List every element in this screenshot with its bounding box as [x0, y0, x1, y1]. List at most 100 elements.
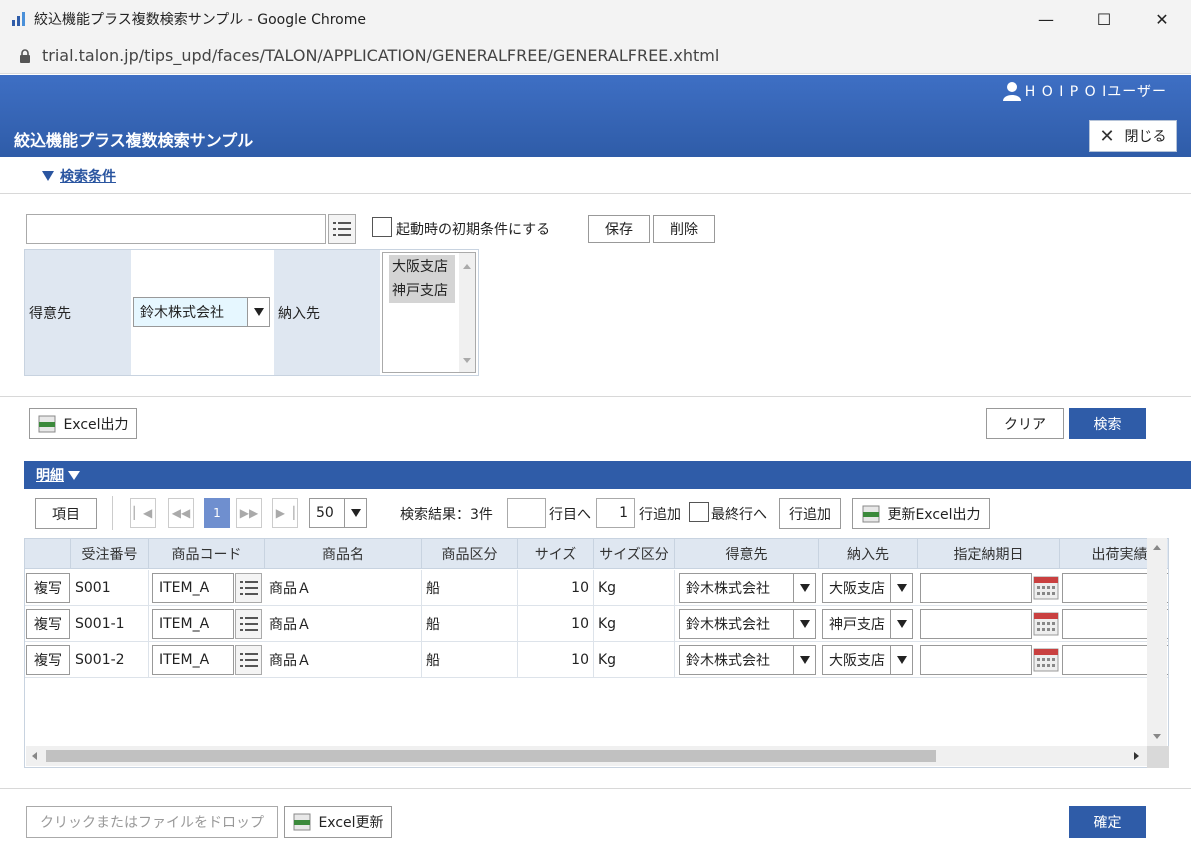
chevron-down-icon	[793, 646, 815, 674]
divider	[0, 788, 1191, 789]
items-button[interactable]: 項目	[35, 498, 97, 529]
add-row-button[interactable]: 行追加	[779, 498, 841, 529]
current-page[interactable]: 1	[204, 498, 230, 528]
col-customer[interactable]: 得意先	[675, 539, 819, 569]
last-page-button[interactable]: ▶▕	[272, 498, 298, 528]
item-name: 商品Ａ	[265, 642, 422, 678]
excel-output-button[interactable]: Excel出力	[29, 408, 137, 439]
calendar-icon[interactable]	[1033, 611, 1059, 637]
customer-select[interactable]: 鈴木株式会社	[133, 297, 270, 327]
search-section-label: 検索条件	[60, 169, 116, 185]
next-page-button[interactable]: ▶▶	[236, 498, 262, 528]
detail-section-label: 明細	[36, 468, 64, 484]
chevron-down-icon	[793, 610, 815, 638]
address-bar[interactable]: trial.talon.jp/tips_upd/faces/TALON/APPL…	[0, 38, 1191, 74]
delivery-multiselect[interactable]: 大阪支店 神戸支店	[382, 252, 476, 373]
size-unit: Kg	[594, 606, 675, 642]
last-row-checkbox[interactable]	[689, 502, 709, 522]
saved-condition-input[interactable]	[26, 214, 326, 244]
condition-table: 得意先 鈴木株式会社 納入先 大阪支店 神戸支店	[24, 249, 479, 376]
col-item-type[interactable]: 商品区分	[422, 539, 518, 569]
goto-row-input[interactable]	[507, 498, 546, 528]
customer-select[interactable]: 鈴木株式会社	[679, 609, 816, 639]
copy-row-button[interactable]: 複写	[26, 645, 70, 675]
delivery-option-osaka[interactable]: 大阪支店	[389, 255, 455, 279]
customer-value: 鈴木株式会社	[686, 653, 770, 669]
col-due-date[interactable]: 指定納期日	[918, 539, 1060, 569]
page-size-select[interactable]: 50	[309, 498, 367, 528]
size-unit: Kg	[594, 642, 675, 678]
maximize-button[interactable]: ☐	[1075, 0, 1133, 38]
size-unit: Kg	[594, 570, 675, 606]
due-date-input[interactable]	[920, 573, 1032, 603]
item-code-list-button[interactable]	[235, 609, 262, 639]
delivery-option-kobe[interactable]: 神戸支店	[389, 279, 455, 303]
update-excel-output-button[interactable]: 更新Excel出力	[852, 498, 990, 529]
item-code-input[interactable]: ITEM_A	[152, 609, 234, 639]
item-code-list-button[interactable]	[235, 645, 262, 675]
table-row: 複写 S001-2 ITEM_A 商品Ａ 船 10 Kg 鈴木株式会社 大阪支店	[25, 642, 1168, 678]
col-item-code[interactable]: 商品コード	[149, 539, 265, 569]
col-order-no[interactable]: 受注番号	[71, 539, 149, 569]
item-code-input[interactable]: ITEM_A	[152, 573, 234, 603]
triangle-down-icon	[42, 171, 54, 181]
close-button[interactable]: ✕ 閉じる	[1089, 120, 1177, 152]
close-label: 閉じる	[1124, 129, 1167, 145]
col-item-name[interactable]: 商品名	[265, 539, 422, 569]
scroll-thumb[interactable]	[46, 750, 936, 762]
grid-horizontal-scrollbar[interactable]	[26, 746, 1147, 766]
grid-vertical-scrollbar[interactable]	[1147, 538, 1167, 746]
close-window-button[interactable]: ✕	[1133, 0, 1191, 38]
delete-button[interactable]: 削除	[653, 215, 715, 243]
add-row-count-input[interactable]: 1	[596, 498, 635, 528]
customer-value: 鈴木株式会社	[686, 581, 770, 597]
col-delivery[interactable]: 納入先	[819, 539, 918, 569]
prev-page-button[interactable]: ◀◀	[168, 498, 194, 528]
excel-icon	[38, 415, 56, 432]
save-button[interactable]: 保存	[588, 215, 650, 243]
copy-row-button[interactable]: 複写	[26, 609, 70, 639]
startup-condition-checkbox[interactable]	[372, 217, 392, 237]
close-icon: ✕	[1099, 125, 1115, 147]
delivery-scrollbar[interactable]	[459, 253, 475, 372]
clear-button[interactable]: クリア	[986, 408, 1064, 439]
chevron-down-icon	[890, 610, 912, 638]
excel-icon	[862, 505, 880, 522]
delivery-select[interactable]: 神戸支店	[822, 609, 913, 639]
customer-select[interactable]: 鈴木株式会社	[679, 573, 816, 603]
last-row-label: 最終行へ	[711, 507, 767, 523]
excel-update-button[interactable]: Excel更新	[284, 806, 392, 838]
col-size[interactable]: サイズ	[518, 539, 594, 569]
first-page-button[interactable]: ▏◀	[130, 498, 156, 528]
condition-list-button[interactable]	[328, 214, 356, 244]
first-page-icon: ▏◀	[133, 506, 153, 520]
startup-condition-label: 起動時の初期条件にする	[396, 222, 551, 238]
minimize-button[interactable]: —	[1017, 0, 1075, 38]
copy-row-button[interactable]: 複写	[26, 573, 70, 603]
detail-section-toggle[interactable]: 明細	[24, 461, 1191, 489]
delivery-select[interactable]: 大阪支店	[822, 573, 913, 603]
calendar-icon[interactable]	[1033, 575, 1059, 601]
excel-update-label: Excel更新	[318, 815, 384, 831]
scroll-arrows-icon	[1153, 545, 1161, 739]
search-section-toggle[interactable]: 検索条件	[42, 166, 116, 186]
item-code-input[interactable]: ITEM_A	[152, 645, 234, 675]
chevron-down-icon	[247, 298, 269, 326]
window-title: 絞込機能プラス複数検索サンプル - Google Chrome	[34, 12, 366, 28]
due-date-input[interactable]	[920, 609, 1032, 639]
app-logo-icon	[12, 12, 25, 26]
search-button[interactable]: 検索	[1069, 408, 1146, 439]
customer-select[interactable]: 鈴木株式会社	[679, 645, 816, 675]
due-date-input[interactable]	[920, 645, 1032, 675]
item-code-list-button[interactable]	[235, 573, 262, 603]
delivery-select[interactable]: 大阪支店	[822, 645, 913, 675]
file-dropzone[interactable]: クリックまたはファイルをドロップ	[26, 806, 278, 838]
triangle-down-icon	[68, 470, 80, 480]
calendar-icon[interactable]	[1033, 647, 1059, 673]
delivery-value: 神戸支店	[829, 617, 885, 633]
confirm-button[interactable]: 確定	[1069, 806, 1146, 838]
excel-output-label: Excel出力	[63, 416, 129, 433]
col-size-unit[interactable]: サイズ区分	[594, 539, 675, 569]
customer-value: 鈴木株式会社	[140, 305, 224, 321]
size: 10	[518, 570, 594, 606]
